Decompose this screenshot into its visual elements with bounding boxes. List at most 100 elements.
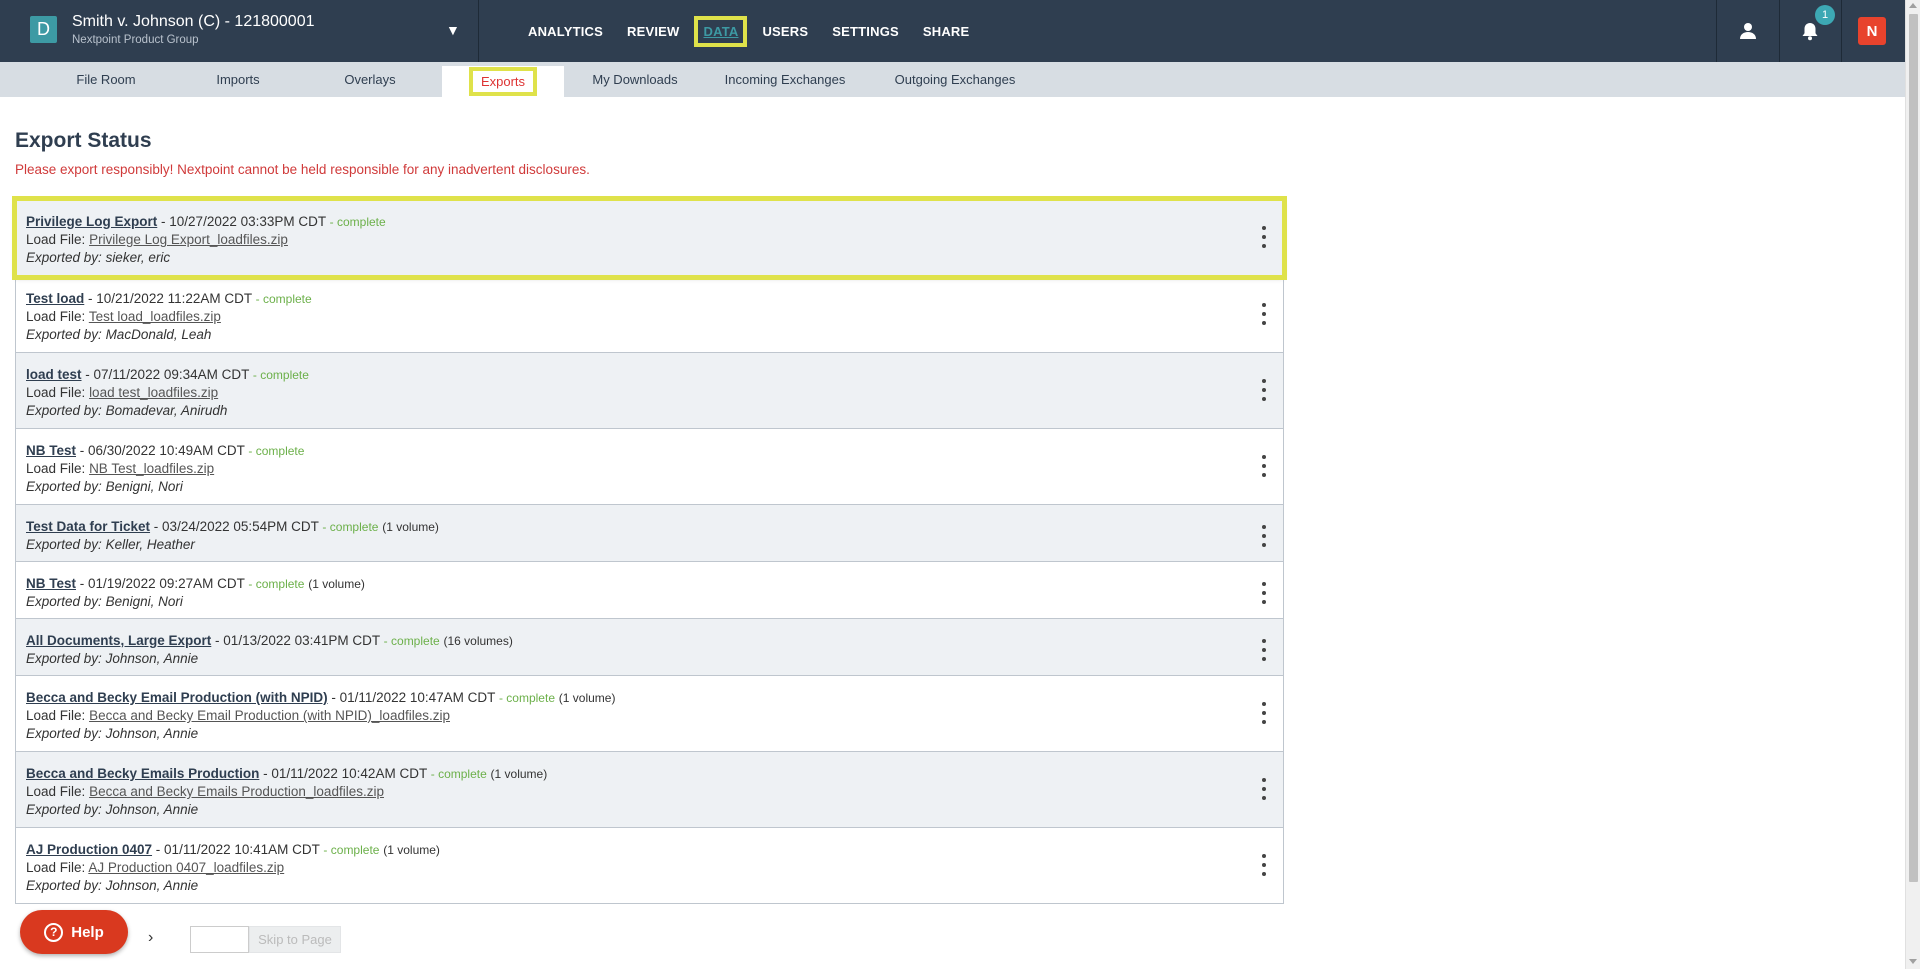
tab-exports[interactable]: Exports — [442, 66, 564, 97]
export-row[interactable]: NB Test - 06/30/2022 10:49AM CDT - compl… — [16, 428, 1283, 504]
more-options-icon[interactable] — [1259, 702, 1269, 724]
exported-by-user: Bomadevar, Anirudh — [105, 403, 228, 418]
export-name-link[interactable]: load test — [26, 367, 82, 382]
sub-nav: File Room Imports Overlays Exports My Do… — [0, 62, 1905, 97]
exported-by-user: Keller, Heather — [105, 537, 195, 552]
load-file-link[interactable]: load test_loadfiles.zip — [89, 385, 218, 400]
load-file-label: Load File: — [26, 784, 86, 799]
nav-users[interactable]: USERS — [762, 24, 808, 39]
export-status: complete — [255, 444, 305, 458]
export-datetime: 01/11/2022 10:47AM CDT — [339, 690, 496, 705]
nav-settings[interactable]: SETTINGS — [832, 24, 899, 39]
header-divider — [1841, 0, 1842, 62]
export-row[interactable]: AJ Production 0407 - 01/11/2022 10:41AM … — [16, 827, 1283, 903]
export-name-link[interactable]: Test load — [26, 291, 84, 306]
more-options-icon[interactable] — [1259, 303, 1269, 325]
exported-by-label: Exported by: — [26, 479, 102, 494]
tab-imports[interactable]: Imports — [178, 62, 298, 97]
load-file-link[interactable]: Becca and Becky Emails Production_loadfi… — [89, 784, 384, 799]
export-row[interactable]: load test - 07/11/2022 09:34AM CDT - com… — [16, 352, 1283, 428]
main-nav: ANALYTICS REVIEW DATA USERS SETTINGS SHA… — [528, 0, 993, 62]
scrollbar-thumb[interactable] — [1909, 14, 1918, 882]
export-datetime: 10/27/2022 03:33PM CDT — [169, 214, 326, 229]
export-row[interactable]: Privilege Log Export - 10/27/2022 03:33P… — [12, 196, 1287, 280]
header-divider — [478, 0, 479, 62]
tab-overlays[interactable]: Overlays — [310, 62, 430, 97]
nav-data[interactable]: DATA — [694, 15, 748, 47]
export-row[interactable]: All Documents, Large Export - 01/13/2022… — [16, 618, 1283, 675]
more-options-icon[interactable] — [1259, 639, 1269, 661]
exported-by-label: Exported by: — [26, 250, 102, 265]
notification-badge: 1 — [1815, 5, 1835, 25]
more-options-icon[interactable] — [1259, 778, 1269, 800]
exported-by-user: Johnson, Annie — [105, 878, 199, 893]
load-file-link[interactable]: AJ Production 0407_loadfiles.zip — [88, 860, 284, 875]
more-options-icon[interactable] — [1259, 854, 1269, 876]
skip-to-page-button[interactable]: Skip to Page — [249, 926, 341, 953]
help-button[interactable]: ? Help — [20, 910, 128, 954]
load-file-link[interactable]: NB Test_loadfiles.zip — [89, 461, 214, 476]
load-file-label: Load File: — [26, 860, 86, 875]
more-options-icon[interactable] — [1259, 226, 1269, 248]
scroll-down-icon[interactable] — [1909, 959, 1917, 964]
export-volumes: (1 volume) — [382, 520, 439, 534]
export-status: complete — [391, 634, 440, 648]
export-name-link[interactable]: All Documents, Large Export — [26, 633, 211, 648]
case-title[interactable]: Smith v. Johnson (C) - 121800001 — [72, 13, 315, 31]
export-name-link[interactable]: NB Test — [26, 443, 76, 458]
nav-analytics[interactable]: ANALYTICS — [528, 24, 603, 39]
load-file-link[interactable]: Test load_loadfiles.zip — [89, 309, 221, 324]
export-datetime: 01/11/2022 10:41AM CDT — [164, 842, 320, 857]
load-file-label: Load File: — [26, 385, 86, 400]
export-row[interactable]: NB Test - 01/19/2022 09:27AM CDT - compl… — [16, 561, 1283, 618]
nextpoint-logo[interactable]: N — [1858, 17, 1886, 45]
export-status: complete — [262, 292, 312, 306]
export-status: complete — [260, 368, 309, 382]
page-scrollbar[interactable] — [1905, 0, 1920, 969]
export-name-link[interactable]: Privilege Log Export — [26, 214, 157, 229]
more-options-icon[interactable] — [1259, 379, 1269, 401]
tab-file-room[interactable]: File Room — [46, 62, 166, 97]
more-options-icon[interactable] — [1259, 525, 1269, 547]
export-datetime: 01/19/2022 09:27AM CDT — [88, 576, 245, 591]
tab-my-downloads[interactable]: My Downloads — [575, 62, 695, 97]
export-row[interactable]: Test load - 10/21/2022 11:22AM CDT - com… — [16, 276, 1283, 352]
exported-by-label: Exported by: — [26, 802, 102, 817]
export-name-link[interactable]: Test Data for Ticket — [26, 519, 150, 534]
export-status: complete — [329, 520, 379, 534]
tab-outgoing-exchanges[interactable]: Outgoing Exchanges — [880, 62, 1030, 97]
load-file-link[interactable]: Privilege Log Export_loadfiles.zip — [89, 232, 288, 247]
load-file-label: Load File: — [26, 708, 86, 723]
export-name-link[interactable]: Becca and Becky Emails Production — [26, 766, 259, 781]
export-volumes: (16 volumes) — [443, 634, 513, 648]
page-number-input[interactable] — [190, 926, 249, 953]
export-name-link[interactable]: NB Test — [26, 576, 76, 591]
export-status: complete — [337, 215, 386, 229]
load-file-label: Load File: — [26, 461, 86, 476]
case-dropdown-icon[interactable]: ▼ — [446, 22, 460, 38]
export-row[interactable]: Test Data for Ticket - 03/24/2022 05:54P… — [16, 504, 1283, 561]
next-page-icon[interactable]: › — [148, 929, 153, 947]
tab-incoming-exchanges[interactable]: Incoming Exchanges — [710, 62, 860, 97]
export-status: complete — [255, 577, 305, 591]
scroll-up-icon[interactable] — [1909, 3, 1917, 8]
export-row[interactable]: Becca and Becky Email Production (with N… — [16, 675, 1283, 751]
load-file-link[interactable]: Becca and Becky Email Production (with N… — [89, 708, 450, 723]
export-datetime: 10/21/2022 11:22AM CDT — [96, 291, 252, 306]
more-options-icon[interactable] — [1259, 582, 1269, 604]
exported-by-user: Benigni, Nori — [105, 479, 183, 494]
export-warning: Please export responsibly! Nextpoint can… — [15, 162, 590, 177]
nav-share[interactable]: SHARE — [923, 24, 970, 39]
export-name-link[interactable]: Becca and Becky Email Production (with N… — [26, 690, 328, 705]
export-list: Privilege Log Export - 10/27/2022 03:33P… — [12, 196, 1287, 904]
nav-review[interactable]: REVIEW — [627, 24, 679, 39]
export-row[interactable]: Becca and Becky Emails Production - 01/1… — [16, 751, 1283, 827]
exported-by-user: sieker, eric — [105, 250, 171, 265]
export-name-link[interactable]: AJ Production 0407 — [26, 842, 152, 857]
exported-by-label: Exported by: — [26, 651, 102, 666]
export-datetime: 03/24/2022 05:54PM CDT — [162, 519, 319, 534]
more-options-icon[interactable] — [1259, 455, 1269, 477]
case-avatar[interactable]: D — [30, 16, 57, 43]
export-status: complete — [438, 767, 487, 781]
user-icon[interactable] — [1717, 0, 1779, 62]
